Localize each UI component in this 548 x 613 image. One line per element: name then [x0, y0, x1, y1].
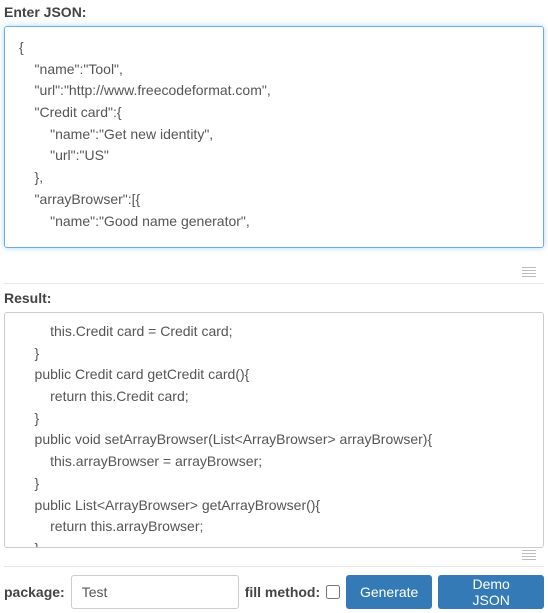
- json-input[interactable]: [4, 26, 544, 248]
- result-output[interactable]: this.Credit card = Credit card; } public…: [4, 312, 544, 548]
- fill-method-checkbox[interactable]: [326, 585, 340, 599]
- fill-method-label: fill method:: [245, 584, 320, 600]
- package-input[interactable]: [71, 575, 239, 609]
- resize-grip-icon[interactable]: [522, 550, 536, 560]
- enter-json-label: Enter JSON:: [4, 4, 544, 20]
- generate-button[interactable]: Generate: [346, 575, 432, 609]
- json-input-container: [4, 26, 544, 251]
- resize-grip-icon[interactable]: [522, 267, 536, 277]
- package-label: package:: [4, 584, 65, 600]
- result-label: Result:: [4, 290, 544, 306]
- resize-grip-row: [4, 265, 544, 284]
- bottom-toolbar: package: fill method: Generate Demo JSON: [4, 575, 544, 609]
- demo-json-button[interactable]: Demo JSON: [438, 575, 544, 609]
- resize-grip-row-2: [4, 548, 544, 567]
